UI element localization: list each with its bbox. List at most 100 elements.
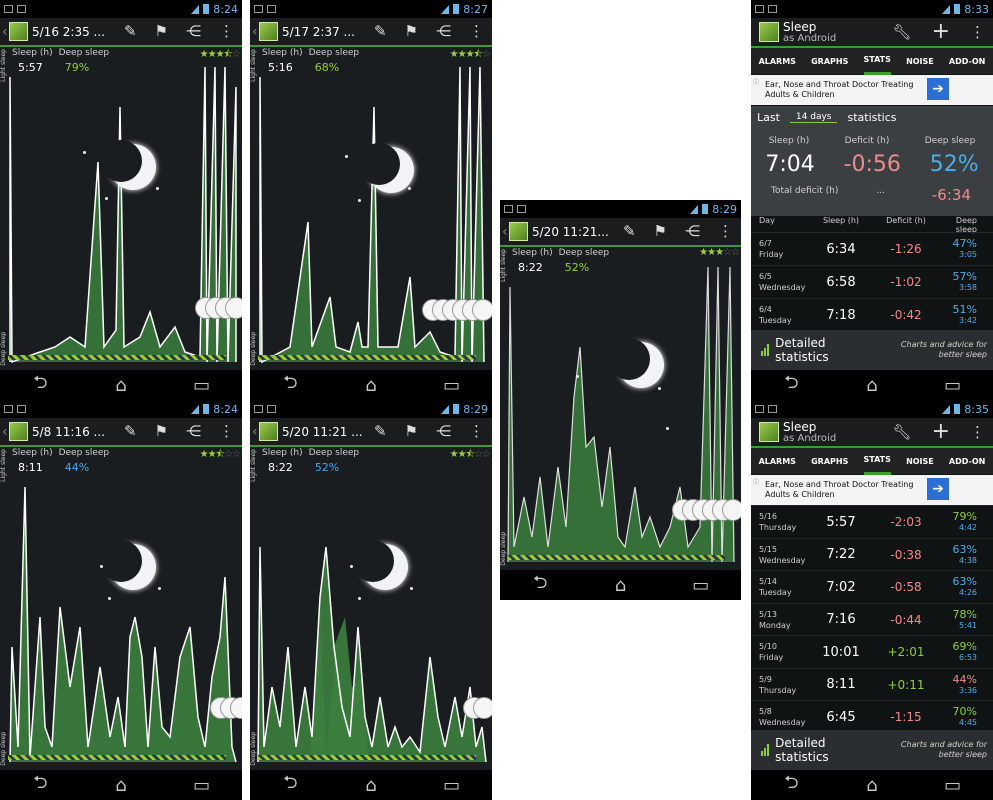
home-icon[interactable]: ⌂ xyxy=(356,375,386,396)
battery-icon xyxy=(954,4,961,14)
add-icon[interactable]: + xyxy=(932,421,950,443)
overflow-menu-icon[interactable]: ⋮ xyxy=(970,24,985,40)
back-icon[interactable]: ⮌ xyxy=(776,370,806,400)
back-icon[interactable]: ⮌ xyxy=(525,570,555,600)
back-chevron-icon[interactable]: ‹ xyxy=(502,224,509,240)
app-icon[interactable] xyxy=(9,22,28,41)
tab-noise[interactable]: NOISE xyxy=(906,49,934,74)
app-icon[interactable] xyxy=(509,222,528,241)
home-icon[interactable]: ⌂ xyxy=(857,775,887,796)
back-chevron-icon[interactable]: ‹ xyxy=(252,24,259,40)
share-icon[interactable]: ⋲ xyxy=(186,424,201,439)
sleep-graph[interactable]: Sleep (h) Deep sleep 8:22 52% ★★⯪☆☆ Light … xyxy=(250,447,492,770)
image-icon xyxy=(4,5,13,13)
recents-icon[interactable]: ▭ xyxy=(187,775,217,796)
edit-icon[interactable]: ✎ xyxy=(124,24,137,39)
home-icon[interactable]: ⌂ xyxy=(106,375,136,396)
alarm-markers[interactable] xyxy=(463,697,492,719)
alarm-markers[interactable] xyxy=(195,297,242,319)
share-icon[interactable]: ⋲ xyxy=(436,424,451,439)
tab-noise[interactable]: NOISE xyxy=(906,449,934,474)
back-icon[interactable]: ⮌ xyxy=(25,770,55,800)
tag-icon[interactable]: ⚑ xyxy=(155,424,168,439)
recents-icon[interactable]: ▭ xyxy=(938,375,968,396)
overflow-menu-icon[interactable]: ⋮ xyxy=(970,424,985,440)
wrench-icon[interactable]: 🔧︎ xyxy=(893,424,912,440)
back-icon[interactable]: ⮌ xyxy=(275,370,305,400)
nav-bar: ⮌ ⌂ ▭ xyxy=(250,370,492,400)
app-icon[interactable] xyxy=(259,422,278,441)
tab-graphs[interactable]: GRAPHS xyxy=(811,49,848,74)
back-icon[interactable]: ⮌ xyxy=(776,770,806,800)
back-icon[interactable]: ⮌ xyxy=(275,770,305,800)
tag-icon[interactable]: ⚑ xyxy=(155,24,168,39)
tag-icon[interactable]: ⚑ xyxy=(654,224,667,239)
home-icon[interactable]: ⌂ xyxy=(857,375,887,396)
recents-icon[interactable]: ▭ xyxy=(686,575,716,596)
home-icon[interactable]: ⌂ xyxy=(356,775,386,796)
row-deficit: -1:26 xyxy=(890,242,922,256)
edit-icon[interactable]: ✎ xyxy=(374,24,387,39)
period-select[interactable]: 14 days xyxy=(789,112,838,123)
back-icon[interactable]: ⮌ xyxy=(25,370,55,400)
detailed-statistics-button[interactable]: Detailed statistics Charts and advice fo… xyxy=(751,730,993,770)
detailed-statistics-button[interactable]: Detailed statistics Charts and advice fo… xyxy=(751,330,993,370)
overflow-menu-icon[interactable]: ⋮ xyxy=(469,24,484,39)
ad-banner[interactable]: ⓘ Ear, Nose and Throat Doctor Treating A… xyxy=(751,475,993,505)
battery-icon xyxy=(954,404,961,414)
back-chevron-icon[interactable]: ‹ xyxy=(2,424,9,440)
overflow-menu-icon[interactable]: ⋮ xyxy=(219,24,234,39)
alarm-markers[interactable] xyxy=(210,697,242,719)
row-sleep: 6:58 xyxy=(826,274,856,290)
recents-icon[interactable]: ▭ xyxy=(437,375,467,396)
home-icon[interactable]: ⌂ xyxy=(605,575,635,596)
ad-info-icon[interactable]: ⓘ xyxy=(753,77,759,86)
app-icon[interactable] xyxy=(759,22,779,42)
sleep-graph[interactable]: Sleep (h) Deep sleep 5:57 79% ★★★⯪☆ Light … xyxy=(0,47,242,370)
tab-graphs[interactable]: GRAPHS xyxy=(811,449,848,474)
action-bar: ‹ 5/20 11:21 ... ✎ ⚑ ⋲ ⋮ xyxy=(250,418,492,447)
edit-icon[interactable]: ✎ xyxy=(374,424,387,439)
app-icon[interactable] xyxy=(259,22,278,41)
edit-icon[interactable]: ✎ xyxy=(124,424,137,439)
app-icon[interactable] xyxy=(9,422,28,441)
tag-icon[interactable]: ⚑ xyxy=(405,24,418,39)
recents-icon[interactable]: ▭ xyxy=(938,775,968,796)
back-chevron-icon[interactable]: ‹ xyxy=(252,424,259,440)
sleep-graph[interactable]: Sleep (h) Deep sleep 8:22 52% ★★★☆☆ Light … xyxy=(500,247,741,570)
tab-stats[interactable]: STATS xyxy=(863,47,891,75)
share-icon[interactable]: ⋲ xyxy=(436,24,451,39)
overflow-menu-icon[interactable]: ⋮ xyxy=(718,224,733,239)
sleep-graph[interactable]: Sleep (h) Deep sleep 5:16 68% ★★★⯪☆ Light … xyxy=(250,47,492,370)
back-chevron-icon[interactable]: ‹ xyxy=(2,24,9,40)
alarm-markers[interactable] xyxy=(422,299,492,321)
tab-stats[interactable]: STATS xyxy=(863,447,891,475)
clock: 8:29 xyxy=(712,202,737,216)
tab-alarms[interactable]: ALARMS xyxy=(759,49,796,74)
share-icon[interactable]: ⋲ xyxy=(685,224,700,239)
recents-icon[interactable]: ▭ xyxy=(437,775,467,796)
ad-info-icon[interactable]: ⓘ xyxy=(753,477,759,486)
home-icon[interactable]: ⌂ xyxy=(106,775,136,796)
clock: 8:33 xyxy=(964,2,989,16)
tag-icon[interactable]: ⚑ xyxy=(405,424,418,439)
add-icon[interactable]: + xyxy=(932,21,950,43)
tab-add-on[interactable]: ADD-ON xyxy=(949,449,985,474)
ad-arrow-icon[interactable]: ➔ xyxy=(927,478,949,500)
sleep-graph[interactable]: Sleep (h) Deep sleep 8:11 44% ★★⯪☆☆ Light … xyxy=(0,447,242,770)
app-subtitle: as Android xyxy=(783,32,837,44)
overflow-menu-icon[interactable]: ⋮ xyxy=(219,424,234,439)
edit-icon[interactable]: ✎ xyxy=(623,224,636,239)
alarm-markers[interactable] xyxy=(672,499,741,521)
wrench-icon[interactable]: 🔧︎ xyxy=(893,24,912,40)
tab-add-on[interactable]: ADD-ON xyxy=(949,49,985,74)
tab-alarms[interactable]: ALARMS xyxy=(759,449,796,474)
row-deficit: -0:38 xyxy=(890,547,922,562)
ad-arrow-icon[interactable]: ➔ xyxy=(927,78,949,100)
share-icon[interactable]: ⋲ xyxy=(186,24,201,39)
app-icon[interactable] xyxy=(759,422,779,442)
table-row: 5/16 Thursday 5:57 -2:03 79% 4:42 xyxy=(751,505,993,538)
overflow-menu-icon[interactable]: ⋮ xyxy=(469,424,484,439)
recents-icon[interactable]: ▭ xyxy=(187,375,217,396)
ad-banner[interactable]: ⓘ Ear, Nose and Throat Doctor Treating A… xyxy=(751,75,993,105)
